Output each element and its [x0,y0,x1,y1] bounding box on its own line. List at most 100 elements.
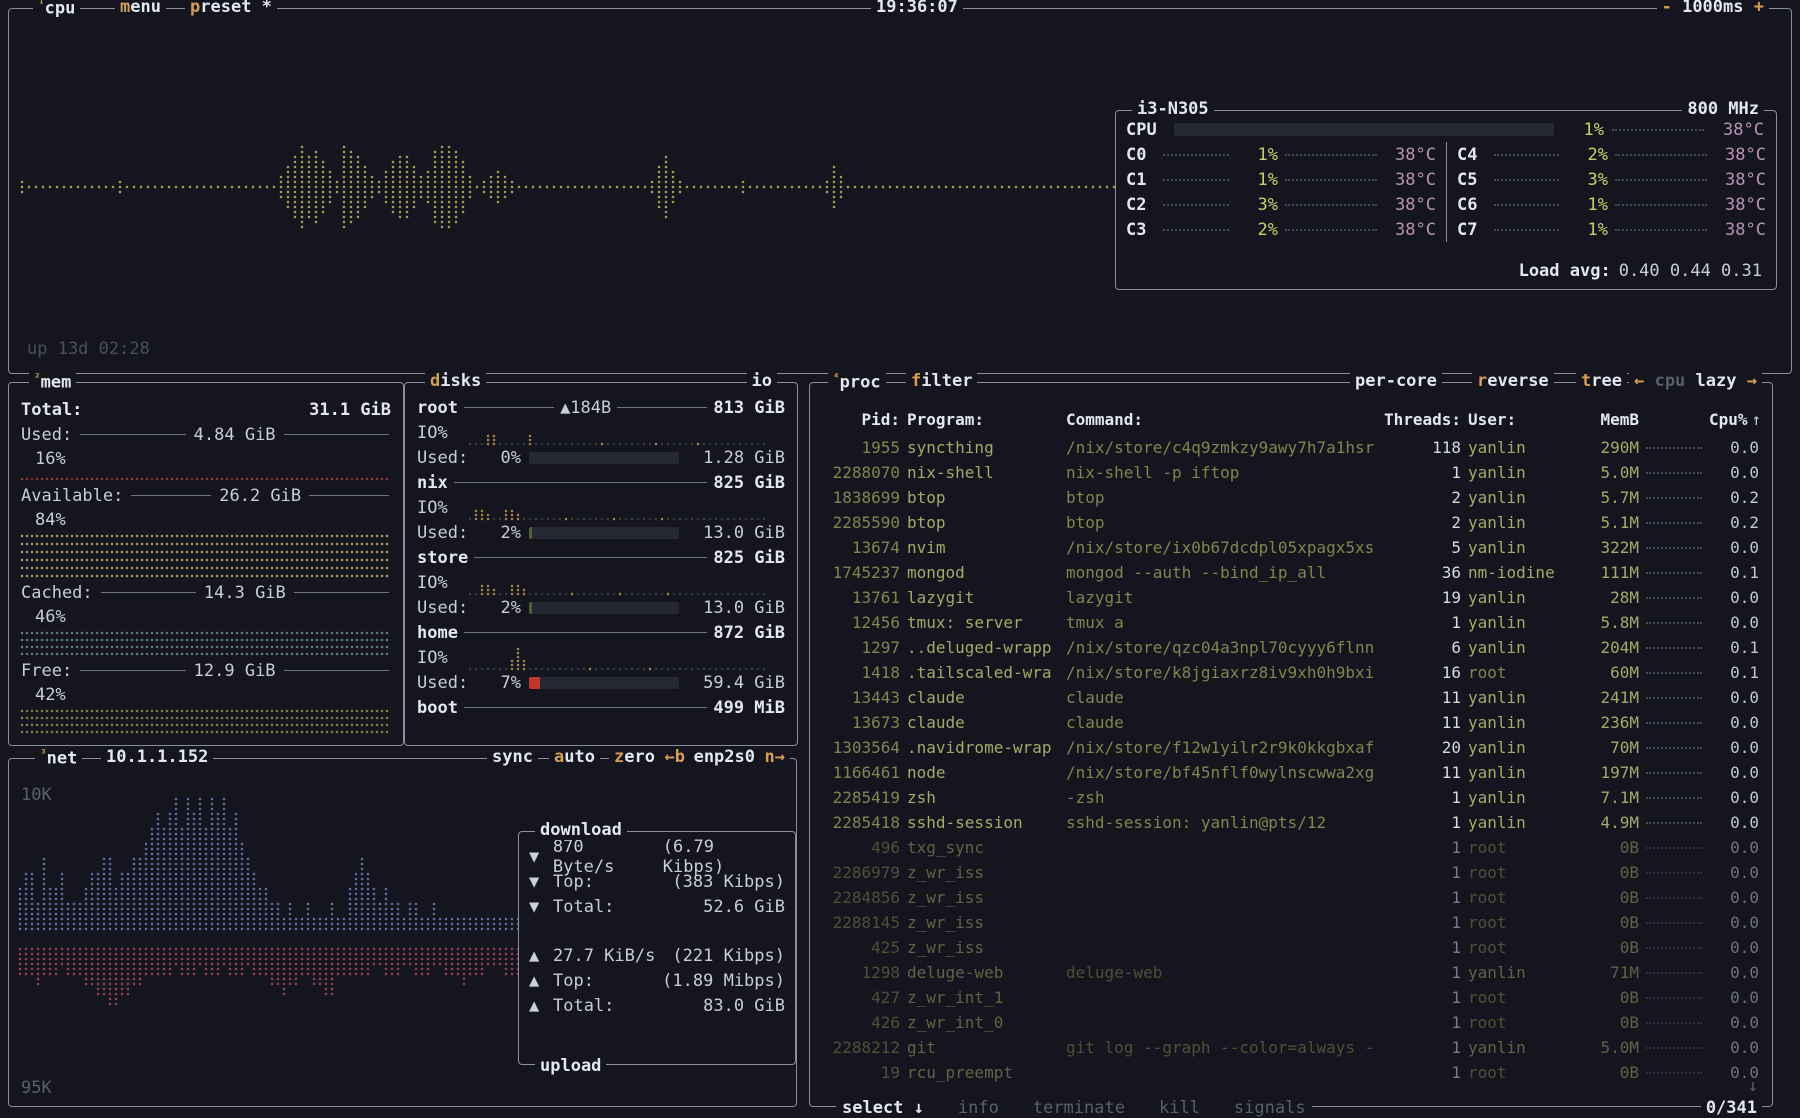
disk-name: store [417,548,468,568]
cpu-total-label: CPU [1126,120,1166,140]
net-next-iface-button[interactable]: n→ [760,747,790,767]
per-core-toggle[interactable]: per-core [1350,371,1442,391]
process-row[interactable]: 496txg_sync1root0B0.0 [810,835,1772,860]
preset-button[interactable]: preset * [185,0,277,17]
process-pid: 1955 [820,435,900,460]
net-sync-button[interactable]: sync [487,747,538,767]
process-row[interactable]: 1745237mongodmongod --auth --bind_ip_all… [810,560,1772,585]
net-zero-button[interactable]: zero [609,747,660,767]
menu-button[interactable]: menu [115,0,166,17]
process-row[interactable]: 13761lazygitlazygit19yanlin28M0.0 [810,585,1772,610]
header-pid[interactable]: Pid: [820,407,900,432]
select-button[interactable]: select ↓ [842,1098,924,1118]
download-row-arrow-icon: ▼ [529,872,545,892]
process-row[interactable]: 1298deluge-webdeluge-web1yanlin71M0.0 [810,960,1772,985]
process-panel-title[interactable]: ⁴proc [828,371,886,393]
signals-button[interactable]: signals [1234,1098,1306,1118]
net-auto-button[interactable]: auto [549,747,600,767]
cpu-panel-title[interactable]: ¹cpu [33,0,80,19]
disk-used-row: Used:2%13.0 GiB [417,520,785,545]
process-row[interactable]: 2288212gitgit log --graph --color=always… [810,1035,1772,1060]
reverse-toggle[interactable]: reverse [1472,371,1554,391]
download-row-value: 52.6 GiB [703,897,785,917]
header-command[interactable]: Command: [1066,407,1376,432]
process-memory: 7.1M [1577,785,1639,810]
memory-row: Free:12.9 GiB [21,658,391,683]
process-row[interactable]: 13674nvim/nix/store/ix0b67dcdpl05xpagx5x… [810,535,1772,560]
process-row[interactable]: 2288145z_wr_iss1root0B0.0 [810,910,1772,935]
process-sparkline [1646,997,1702,999]
terminate-button[interactable]: terminate [1033,1098,1125,1118]
process-row[interactable]: 13673claudeclaude11yanlin236M0.0 [810,710,1772,735]
disks-io-mode-button[interactable]: io [747,371,777,391]
process-threads: 118 [1383,435,1461,460]
process-row[interactable]: 1838699btopbtop2yanlin5.7M0.2 [810,485,1772,510]
process-row[interactable]: 1418.tailscaled-wra/nix/store/k8jgiaxrz8… [810,660,1772,685]
network-panel-title[interactable]: ³net [35,747,82,769]
process-row[interactable]: 2286979z_wr_iss1root0B0.0 [810,860,1772,885]
process-row[interactable]: 2284856z_wr_iss1root0B0.0 [810,885,1772,910]
download-row-label: 870 Byte/s [553,837,655,877]
process-row[interactable]: 2285419zsh-zsh1yanlin7.1M0.0 [810,785,1772,810]
process-program: claude [907,710,1059,735]
process-row[interactable]: 19rcu_preempt1root0B0.0 [810,1060,1772,1085]
disk-io-label: IO% [417,423,459,443]
process-row[interactable]: 13443claudeclaude11yanlin241M0.0 [810,685,1772,710]
scroll-down-icon[interactable]: ↓ [1748,1076,1758,1096]
net-prev-iface-button[interactable]: ←b [660,747,690,767]
memory-row-line [284,670,389,671]
disk-io-row: IO% [417,645,785,670]
disks-panel-title[interactable]: disks [425,371,486,391]
process-user: root [1468,1010,1570,1035]
process-user: yanlin [1468,535,1570,560]
process-row[interactable]: 427z_wr_int_11root0B0.0 [810,985,1772,1010]
process-row[interactable]: 2285418sshd-sessionsshd-session: yanlin@… [810,810,1772,835]
process-user: yanlin [1468,635,1570,660]
process-row[interactable]: 1303564.navidrome-wrap/nix/store/f12w1yi… [810,735,1772,760]
selection-count: 0/341 [1701,1098,1762,1118]
process-row[interactable]: 2288070nix-shellnix-shell -p iftop1yanli… [810,460,1772,485]
core-percent: 1% [1236,145,1278,165]
process-row[interactable]: 2285590btopbtop2yanlin5.1M0.2 [810,510,1772,535]
process-pid: 2285590 [820,510,900,535]
upload-row-label: Top: [553,971,594,991]
upload-title: upload [535,1056,606,1076]
interval-increase-button[interactable]: + [1754,0,1764,17]
memory-row-label: Available: [21,486,123,506]
kill-button[interactable]: kill [1159,1098,1200,1118]
process-threads: 11 [1383,685,1461,710]
memory-panel-title[interactable]: ²mem [29,371,76,393]
process-sparkline [1646,597,1702,599]
header-cpu[interactable]: Cpu%↑ [1709,407,1759,432]
process-cpu: 0.0 [1709,685,1759,710]
filter-button[interactable]: filter [906,371,977,391]
process-memory: 0B [1577,935,1639,960]
process-user: yanlin [1468,735,1570,760]
header-memb[interactable]: MemB [1577,407,1639,432]
header-threads[interactable]: Threads: [1383,407,1461,432]
header-user[interactable]: User: [1468,407,1570,432]
process-row[interactable]: 1166461node/nix/store/bf45nflf0wylnscwwa… [810,760,1772,785]
process-row[interactable]: 425z_wr_iss1root0B0.0 [810,935,1772,960]
process-row[interactable]: 1297..deluged-wrapp/nix/store/qzc04a3npl… [810,635,1772,660]
header-program[interactable]: Program: [907,407,1059,432]
process-command: /nix/store/f12w1yilr2r9k0kkgbxaf [1066,735,1376,760]
disk-used-row: Used:2%13.0 GiB [417,595,785,620]
process-row[interactable]: 426z_wr_int_01root0B0.0 [810,1010,1772,1035]
process-row[interactable]: 12456tmux: servertmux a1yanlin5.8M0.0 [810,610,1772,635]
sort-prev-icon[interactable]: ← [1634,371,1644,391]
sort-selector[interactable]: ← cpu lazy → [1629,371,1762,391]
tree-toggle[interactable]: tree [1576,371,1627,391]
process-cpu: 0.0 [1709,735,1759,760]
process-row[interactable]: 1955syncthing/nix/store/c4q9zmkzy9awy7h7… [810,435,1772,460]
core-sparkline [1285,229,1377,231]
net-speeds-panel: download upload ▼870 Byte/s(6.79 Kibps)▼… [518,831,796,1065]
memory-row-percent: 84% [21,508,391,532]
process-program: z_wr_iss [907,935,1059,960]
sort-next-icon[interactable]: → [1747,371,1757,391]
download-row: ▼Total:52.6 GiB [529,894,785,919]
info-button[interactable]: info [958,1098,999,1118]
interval-decrease-button[interactable]: - [1662,0,1672,17]
disk-used-label: Used: [417,673,475,693]
process-panel: ⁴proc filter per-core reverse tree ← cpu… [809,382,1773,1107]
